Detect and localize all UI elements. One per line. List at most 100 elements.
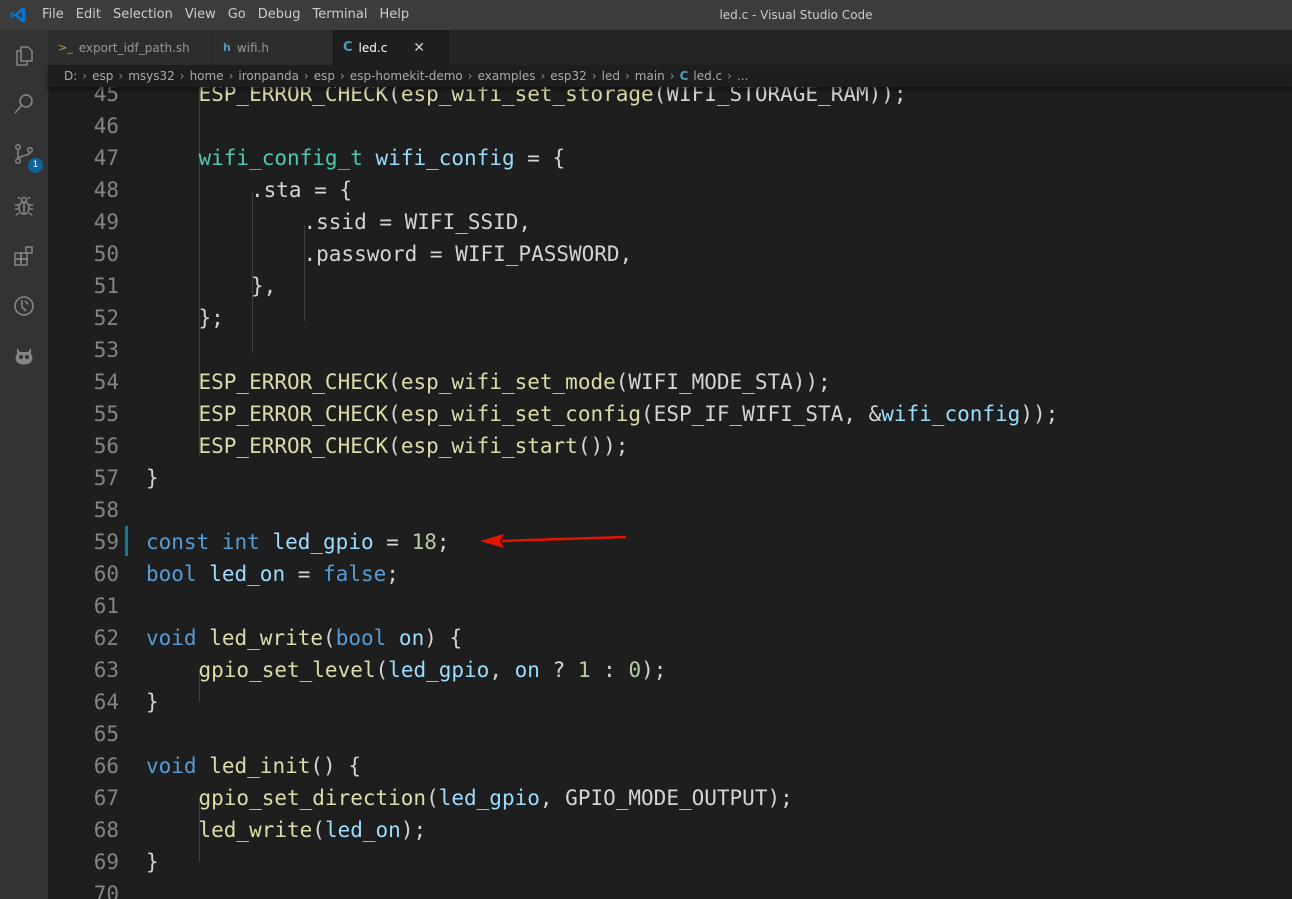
close-icon[interactable]: ✕ [413, 40, 425, 56]
code-token: void [146, 754, 197, 778]
code-line[interactable]: 47 wifi_config_t wifi_config = { [48, 142, 1292, 174]
code-line[interactable]: 63 gpio_set_level(led_gpio, on ? 1 : 0); [48, 654, 1292, 686]
menu-file[interactable]: File [36, 0, 70, 30]
chevron-right-icon: › [727, 69, 732, 83]
code-line[interactable]: 59 const int led_gpio = 18; [48, 526, 1292, 558]
code-line[interactable]: 57} [48, 462, 1292, 494]
breadcrumb-item[interactable]: led.c [693, 69, 722, 83]
breadcrumb-item[interactable]: esp-homekit-demo [350, 69, 463, 83]
code-token: led_on [209, 562, 286, 586]
code-line[interactable]: 70 [48, 878, 1292, 899]
breadcrumb-item[interactable]: ironpanda [238, 69, 299, 83]
breadcrumb-item[interactable]: esp [92, 69, 113, 83]
tab-label: export_idf_path.sh [78, 40, 190, 55]
code-token: ESP_ERROR_CHECK [198, 434, 389, 458]
code-token: led_gpio [272, 530, 374, 554]
code-line[interactable]: 66 void led_init() { [48, 750, 1292, 782]
line-number: 46 [93, 114, 119, 138]
breadcrumb-item[interactable]: esp32 [550, 69, 587, 83]
menu-go[interactable]: Go [222, 0, 252, 30]
code-token: led_write [209, 626, 324, 650]
code-line[interactable]: 60 bool led_on = false; [48, 558, 1292, 590]
tab-wifi-h[interactable]: h wifi.h [213, 30, 333, 65]
code-line[interactable]: 46 [48, 110, 1292, 142]
terminal-file-icon: >_ [58, 41, 73, 54]
breadcrumb-item[interactable]: D: [64, 69, 77, 83]
code-token: 1 [577, 658, 591, 682]
code-text: }, [251, 270, 276, 302]
breadcrumb-item[interactable]: main [635, 69, 665, 83]
menu-debug[interactable]: Debug [252, 0, 307, 30]
code-line[interactable]: 64} [48, 686, 1292, 718]
debug-icon[interactable] [0, 182, 48, 230]
search-icon[interactable] [0, 80, 48, 128]
code-line[interactable]: 48 .sta = { [48, 174, 1292, 206]
code-token: led_gpio [388, 658, 490, 682]
line-number: 56 [93, 434, 119, 458]
code-line[interactable]: 65 [48, 718, 1292, 750]
code-token: led_write [198, 818, 313, 842]
code-token: ()); [577, 434, 629, 458]
code-line[interactable]: 56 ESP_ERROR_CHECK(esp_wifi_start()); [48, 430, 1292, 462]
chevron-right-icon: › [624, 69, 630, 83]
explorer-icon[interactable] [0, 32, 48, 80]
extensions-icon[interactable] [0, 232, 48, 280]
code-token: ( [388, 370, 401, 394]
code-line[interactable]: 58 [48, 494, 1292, 526]
code-line[interactable]: 50 .password = WIFI_PASSWORD, [48, 238, 1292, 270]
code-token: ( [375, 658, 389, 682]
code-token: const [146, 530, 210, 554]
code-token: ( [388, 434, 401, 458]
code-token: void [146, 626, 197, 650]
line-number: 54 [93, 370, 119, 394]
code-text: .ssid = WIFI_SSID, [304, 206, 532, 238]
line-number: 61 [93, 594, 119, 618]
breadcrumb-item[interactable]: examples [478, 69, 536, 83]
code-text: gpio_set_direction(led_gpio, GPIO_MODE_O… [199, 782, 793, 814]
breadcrumb-item[interactable]: msys32 [128, 69, 175, 83]
code-line[interactable]: 53 [48, 334, 1292, 366]
menu-edit[interactable]: Edit [70, 0, 107, 30]
code-token: ); [400, 818, 427, 842]
annotation-arrow-icon [480, 534, 627, 548]
code-token: ; [386, 562, 399, 586]
line-number: 63 [93, 658, 119, 682]
code-token: ESP_ERROR_CHECK [198, 402, 389, 426]
menu-selection[interactable]: Selection [107, 0, 179, 30]
code-line[interactable]: 49 .ssid = WIFI_SSID, [48, 206, 1292, 238]
code-token: led_on [324, 818, 401, 842]
tab-led-c[interactable]: C led.c ✕ [333, 30, 451, 65]
code-line[interactable]: 54 ESP_ERROR_CHECK(esp_wifi_set_mode(WIFI… [48, 366, 1292, 398]
tab-export-idf-path[interactable]: >_ export_idf_path.sh [48, 30, 213, 65]
menu-terminal[interactable]: Terminal [307, 0, 374, 30]
breadcrumb-item[interactable]: ... [737, 69, 748, 83]
code-text: ESP_ERROR_CHECK(esp_wifi_start()); [199, 430, 629, 462]
code-token: esp_wifi_start [400, 434, 578, 458]
timeline-icon[interactable] [0, 282, 48, 330]
platformio-icon[interactable] [0, 332, 48, 380]
menu-help[interactable]: Help [373, 0, 415, 30]
source-control-icon[interactable]: 1 [0, 130, 48, 178]
code-line[interactable]: 55 ESP_ERROR_CHECK(esp_wifi_set_config(ES… [48, 398, 1292, 430]
code-line[interactable]: 62 void led_write(bool on) { [48, 622, 1292, 654]
code-line[interactable]: 69} [48, 846, 1292, 878]
code-text: } [146, 686, 159, 718]
code-line[interactable]: 68 led_write(led_on); [48, 814, 1292, 846]
code-editor[interactable]: 45 ESP_ERROR_CHECK(esp_wifi_set_storage(W… [48, 65, 1292, 899]
code-token: int [221, 530, 260, 554]
line-number: 70 [93, 882, 119, 899]
code-token: led_init [209, 754, 311, 778]
line-number: 49 [93, 210, 119, 234]
c-file-icon: C [679, 69, 689, 83]
menu-view[interactable]: View [179, 0, 222, 30]
breadcrumb-item[interactable]: esp [314, 69, 335, 83]
code-line[interactable]: 51}, [48, 270, 1292, 302]
breadcrumb-item[interactable]: led [602, 69, 620, 83]
code-line[interactable]: 52}; [48, 302, 1292, 334]
breadcrumb-item[interactable]: home [190, 69, 224, 83]
code-token: ? [539, 658, 578, 682]
code-line[interactable]: 67 gpio_set_direction(led_gpio, GPIO_MODE… [48, 782, 1292, 814]
code-line[interactable]: 61 [48, 590, 1292, 622]
